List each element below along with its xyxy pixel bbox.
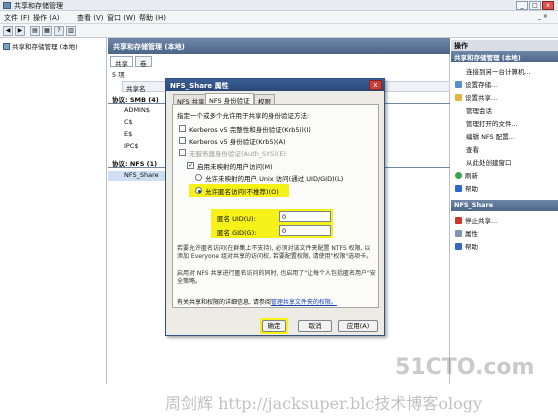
action-label: 设置存储...	[465, 81, 498, 89]
tree-root-node[interactable]: 共享和存储管理 (本地)	[3, 41, 78, 51]
storage-icon	[3, 43, 10, 50]
krb5i-checkbox[interactable]	[179, 125, 186, 132]
action-properties[interactable]: 属性	[455, 228, 478, 238]
menu-help[interactable]: 帮助 (H)	[139, 13, 166, 23]
auth-panel: 指定一个或多个允许用于共享的身份验证方法: Kerberos v5 完整性和身份…	[172, 104, 379, 308]
tree-root-label: 共享和存储管理 (本地)	[12, 43, 78, 51]
menu-window[interactable]: 窗口 (W)	[107, 13, 136, 23]
folder-icon	[455, 94, 462, 101]
action-view[interactable]: 查看	[466, 144, 479, 154]
stop-icon	[455, 217, 462, 224]
cancel-button[interactable]: 取消	[298, 320, 332, 332]
storage-icon	[455, 81, 462, 88]
console-tree: 共享和存储管理 (本地)	[0, 38, 107, 384]
show-hide-icon[interactable]: ▥	[66, 26, 76, 36]
tab-shares[interactable]: 共享	[110, 56, 133, 68]
app-icon	[3, 2, 11, 9]
action-manage-sessions[interactable]: 管理会话	[466, 105, 492, 115]
actions-pane: 操作 共享和存储管理 (本地) 连接到另一台计算机... 设置存储... 设置共…	[451, 38, 558, 384]
refresh-icon	[455, 172, 462, 179]
gid-label: 匿名 GID(G):	[217, 229, 257, 237]
action-label: 帮助	[465, 243, 478, 251]
action-provision-share[interactable]: 设置共享...	[455, 92, 497, 102]
action-new-window[interactable]: 从此处创建窗口	[466, 157, 512, 167]
help-icon	[455, 185, 462, 192]
menu-view[interactable]: 查看 (V)	[77, 13, 103, 23]
table-row-selected[interactable]: NFS_Share	[108, 171, 168, 181]
policy-note: 启用对 NFS 共享进行匿名访问的同时, 也启用了"让每个人包括匿名用户"安全策…	[177, 270, 376, 285]
action-label: 帮助	[465, 185, 478, 193]
action-stop-sharing[interactable]: 停止共享...	[455, 215, 497, 225]
actions-section-local[interactable]: 共享和存储管理 (本地)	[451, 51, 558, 62]
action-help-share[interactable]: 帮助	[455, 241, 478, 251]
more-info-text: 有关共享和权限的详细信息, 请参阅	[177, 299, 271, 306]
help-icon	[455, 243, 462, 250]
author-watermark: 周剑辉 http://jacksuper.blc技术博客ology	[165, 394, 483, 413]
actions-header: 操作	[451, 40, 558, 51]
properties-icon	[455, 230, 462, 237]
action-edit-nfs[interactable]: 编辑 NFS 配置...	[466, 131, 515, 141]
unix-access-radio[interactable]	[195, 174, 202, 181]
action-connect[interactable]: 连接到另一台计算机...	[466, 66, 531, 76]
console-tree-icon[interactable]: ▤	[30, 26, 40, 36]
menu-file[interactable]: 文件 (F)	[4, 13, 30, 23]
krb5-label: Kerberos v5 身份验证(Krb5)(A)	[189, 138, 286, 146]
maximize-button[interactable]: □	[529, 1, 541, 10]
uid-label: 匿名 UID(U):	[217, 215, 256, 223]
minimize-button[interactable]: _	[516, 1, 528, 10]
item-count: 5 项	[112, 71, 125, 79]
close-button[interactable]: x	[542, 1, 554, 10]
menu-action[interactable]: 操作 (A)	[33, 13, 59, 23]
action-label: 属性	[465, 230, 478, 238]
krb5-checkbox[interactable]	[179, 137, 186, 144]
unmapped-access-checkbox[interactable]: ✓	[187, 162, 194, 169]
more-info: 有关共享和权限的详细信息, 请参阅管理共享文件夹的权限。	[177, 297, 337, 306]
krb5i-label: Kerberos v5 完整性和身份验证(Krb5i)(I)	[189, 126, 311, 134]
help-icon[interactable]: ?	[54, 26, 64, 36]
unmapped-access-label: 启用未映射的用户访问(M)	[197, 163, 273, 171]
anonymous-gid-input[interactable]: 0	[279, 225, 331, 236]
actions-section-share[interactable]: NFS_Share	[451, 200, 558, 211]
unix-access-label: 允许未映射的用户 Unix 访问(通过 UID/GID)(L)	[205, 175, 344, 183]
permissions-help-link[interactable]: 管理共享文件夹的权限。	[271, 299, 337, 306]
properties-icon[interactable]: ▦	[42, 26, 52, 36]
action-manage-open-files[interactable]: 管理打开的文件...	[466, 118, 518, 128]
menu-bar: 文件 (F) 操作 (A) 查看 (V) 窗口 (W) 帮助 (H) _ ×	[0, 11, 558, 24]
window-title: 共享和存储管理	[14, 2, 63, 10]
action-help[interactable]: 帮助	[455, 183, 478, 193]
auth-sys-label: 无服务器身份验证(Auth_SYS)(E)	[189, 150, 286, 158]
ok-button[interactable]: 确定	[262, 320, 286, 332]
action-label: 设置共享...	[465, 94, 498, 102]
table-row[interactable]: IPC$	[108, 142, 139, 152]
action-label: 刷新	[465, 172, 478, 180]
mdi-controls[interactable]: _ ×	[538, 13, 548, 20]
site-watermark-logo: 51CTO.com	[395, 355, 535, 380]
back-icon[interactable]: ◀	[3, 26, 13, 36]
dialog-title: NFS_Share 属性	[166, 79, 384, 91]
properties-dialog: NFS_Share 属性 x NFS 共享 NFS 身份验证 权限 指定一个或多…	[165, 78, 385, 336]
ntfs-note: 若要允许匿名访问(在群集上不支持), 必须对该文件夹配置 NTFS 权限, 以添…	[177, 245, 373, 260]
action-refresh[interactable]: 刷新	[455, 170, 478, 180]
title-bar: 共享和存储管理 _ □ x	[0, 0, 558, 11]
center-header: 共享和存储管理 (本地)	[108, 38, 450, 54]
apply-button[interactable]: 应用(A)	[338, 320, 378, 332]
dialog-close-button[interactable]: x	[369, 80, 382, 90]
action-label: 停止共享...	[465, 217, 498, 225]
column-header-share-name[interactable]: 共享名	[122, 81, 167, 93]
tab-volumes[interactable]: 卷	[135, 56, 152, 68]
table-row[interactable]: ADMIN$	[108, 106, 150, 116]
forward-icon[interactable]: ▶	[15, 26, 25, 36]
table-row[interactable]: E$	[108, 130, 132, 140]
toolbar: ◀ ▶ ▤ ▦ ? ▥	[0, 24, 558, 38]
anon-access-radio[interactable]	[195, 187, 202, 194]
auth-sys-checkbox[interactable]	[179, 149, 186, 156]
auth-intro: 指定一个或多个允许用于共享的身份验证方法:	[177, 112, 310, 120]
anonymous-uid-input[interactable]: 0	[279, 211, 331, 222]
anon-access-label: 允许匿名访问(不推荐)(O)	[205, 188, 279, 196]
action-provision-storage[interactable]: 设置存储...	[455, 79, 497, 89]
table-row[interactable]: C$	[108, 118, 133, 128]
